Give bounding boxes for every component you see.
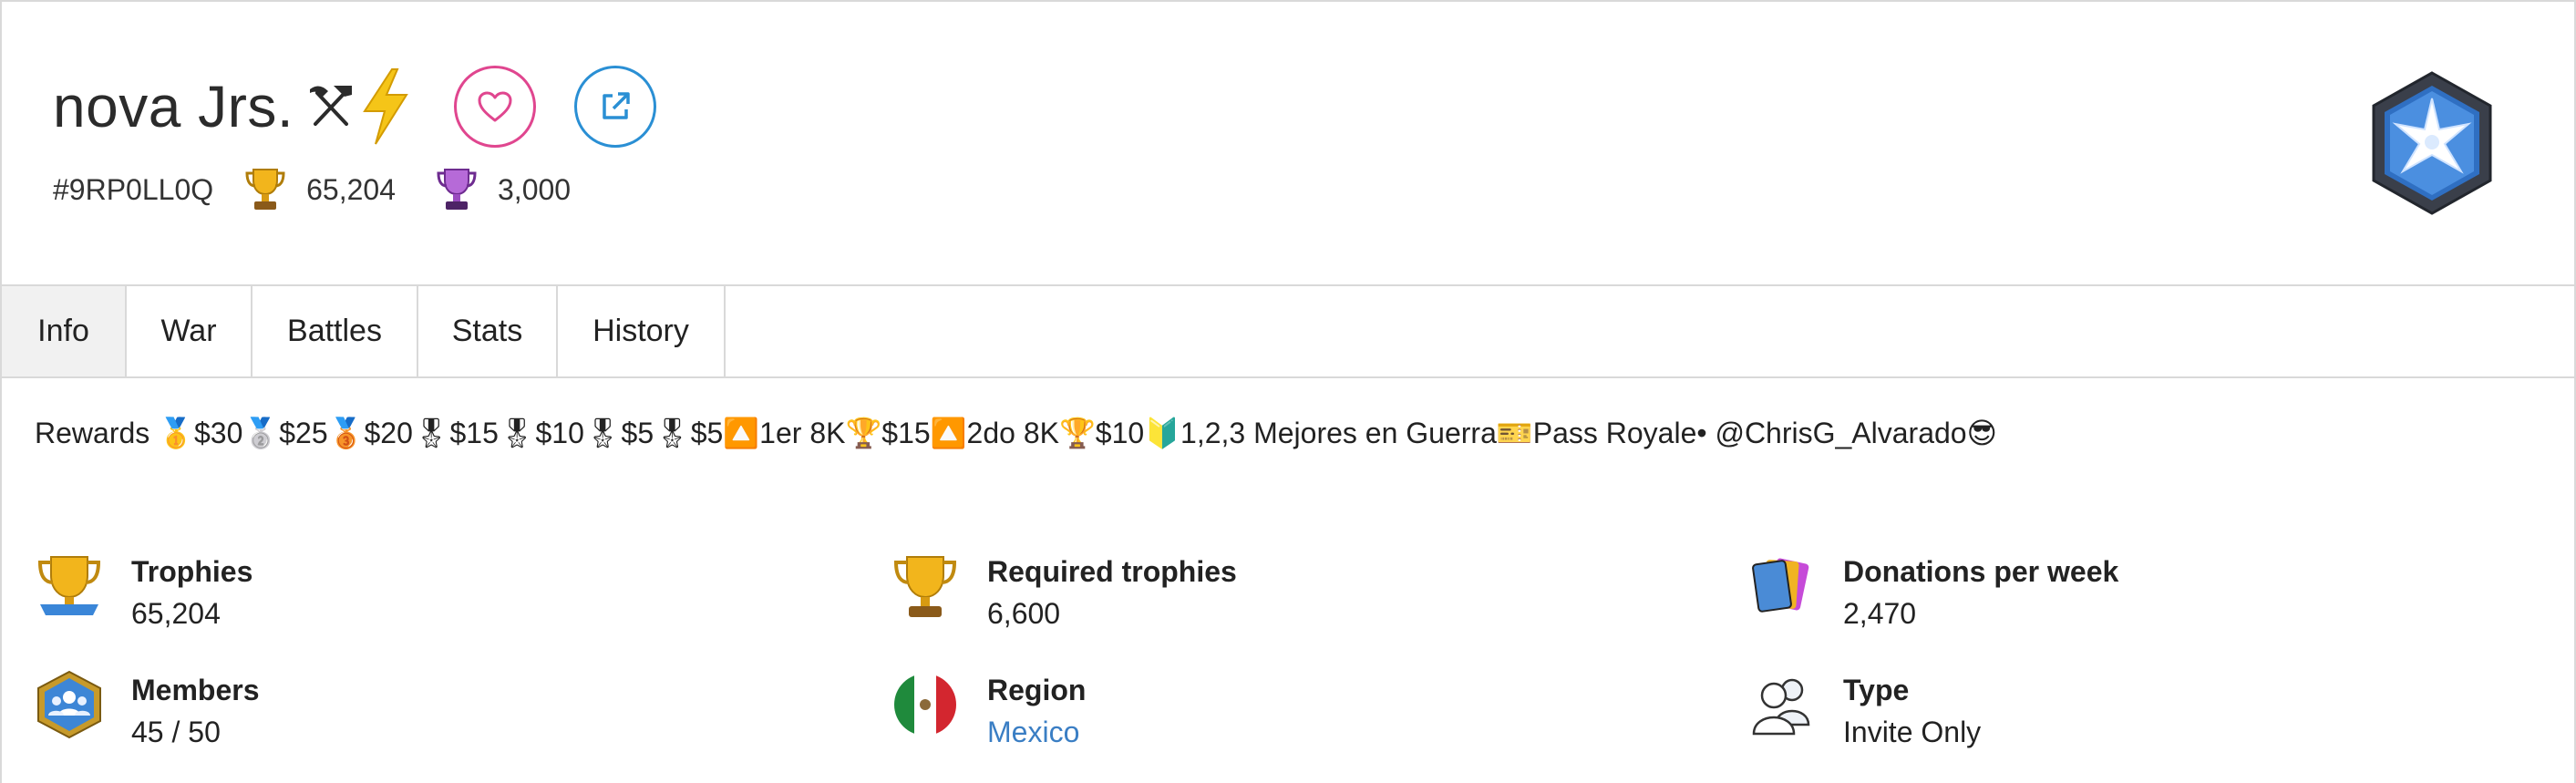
heart-icon — [478, 91, 512, 122]
up-arrow-icon: 🔼 — [723, 416, 760, 450]
clan-page: nova Jrs. #9RP0LL0Q 65,204 3,000 Info Wa… — [0, 0, 2576, 783]
external-link-icon — [603, 92, 630, 119]
clan-description: Rewards 🥇 $30 🥈 $25 🥉 $20 🎖 $15 🎖 $10 🎖 … — [35, 410, 1997, 456]
gold-medal-icon: 🥇 — [158, 416, 194, 450]
reward-text: Pass Royale• @ChrisG_Alvarado — [1532, 416, 1967, 449]
stat-label: Type — [1843, 674, 1910, 706]
reward-text: $15 — [881, 416, 931, 449]
reward-text: 1er 8K — [759, 416, 846, 449]
reward-text: $5 — [690, 416, 724, 449]
silver-medal-icon: 🥈 — [242, 416, 280, 450]
clan-trophies: 65,204 — [306, 172, 396, 206]
military-medal-icon: 🎖 — [498, 416, 536, 450]
stat-value: Invite Only — [1843, 716, 1982, 748]
stat-value: 6,600 — [987, 597, 1061, 630]
stat-trophies: Trophies 65,204 — [35, 551, 252, 635]
reward-text: $10 — [1095, 416, 1145, 449]
reward-text: $10 — [535, 416, 584, 449]
reward-text: $15 — [449, 416, 499, 449]
trophy-icon — [893, 556, 957, 617]
reward-text: $25 — [279, 416, 328, 449]
trophy-icon — [37, 556, 101, 615]
trophy-icon: 🏆 — [845, 416, 882, 450]
military-medal-icon: 🎖 — [654, 416, 691, 450]
reward-text: 1,2,3 Mejores en Guerra — [1180, 416, 1497, 449]
stat-members: Members 45 / 50 — [35, 670, 260, 754]
stat-label: Trophies — [131, 555, 253, 588]
stat-value: 65,204 — [131, 597, 221, 630]
reward-text: 2do 8K — [966, 416, 1059, 449]
reward-text: $20 — [364, 416, 413, 449]
region-link[interactable]: Mexico — [987, 710, 1086, 754]
clan-name: nova Jrs. — [53, 74, 294, 139]
hammer-pick-icon — [310, 86, 353, 126]
clan-meta-row: #9RP0LL0Q 65,204 3,000 — [53, 166, 611, 213]
clan-tag: #9RP0LL0Q — [53, 172, 214, 206]
clan-name-symbols — [304, 67, 412, 146]
stat-value: 2,470 — [1843, 597, 1917, 630]
bronze-medal-icon: 🥉 — [327, 416, 365, 450]
stat-required-trophies: Required trophies 6,600 — [891, 551, 1237, 635]
clan-tabs: Info War Battles Stats History — [2, 284, 2574, 378]
reward-text: $5 — [621, 416, 654, 449]
stat-donations: Donations per week 2,470 — [1747, 551, 2118, 635]
open-external-button[interactable] — [574, 66, 657, 148]
trophy-icon: 🏆 — [1058, 416, 1096, 450]
tab-war[interactable]: War — [127, 286, 252, 376]
clan-title-row: nova Jrs. — [53, 66, 657, 148]
clan-war-trophies: 3,000 — [498, 172, 572, 206]
cards-icon — [1752, 558, 1809, 613]
stat-label: Donations per week — [1843, 555, 2119, 588]
mexico-flag-icon — [894, 674, 956, 736]
favorite-button[interactable] — [454, 66, 537, 148]
clan-badge-icon — [2372, 71, 2492, 215]
clan-header: nova Jrs. #9RP0LL0Q 65,204 3,000 — [2, 2, 2574, 284]
lightning-icon — [363, 68, 408, 145]
stat-label: Required trophies — [987, 555, 1237, 588]
military-medal-icon: 🎖 — [412, 416, 450, 450]
stat-label: Members — [131, 674, 260, 706]
sunglasses-face-icon: 😎 — [1966, 416, 1997, 450]
tab-stats[interactable]: Stats — [418, 286, 558, 376]
stat-label: Region — [987, 674, 1087, 706]
ticket-icon: 🎫 — [1496, 416, 1533, 450]
stat-region: Region Mexico — [891, 670, 1086, 754]
up-arrow-icon: 🔼 — [930, 416, 967, 450]
stat-value: 45 / 50 — [131, 716, 221, 748]
tab-history[interactable]: History — [558, 286, 726, 376]
tab-battles[interactable]: Battles — [252, 286, 418, 376]
description-prefix: Rewards — [35, 416, 150, 449]
war-trophy-icon — [436, 166, 478, 213]
trophy-icon — [244, 166, 286, 213]
stat-type: Type Invite Only — [1747, 670, 1981, 754]
beginner-icon: 🔰 — [1144, 416, 1181, 450]
users-icon — [1752, 678, 1810, 736]
reward-text: $30 — [194, 416, 243, 449]
military-medal-icon: 🎖 — [583, 416, 622, 450]
tab-info[interactable]: Info — [2, 286, 127, 376]
members-icon — [37, 670, 101, 739]
